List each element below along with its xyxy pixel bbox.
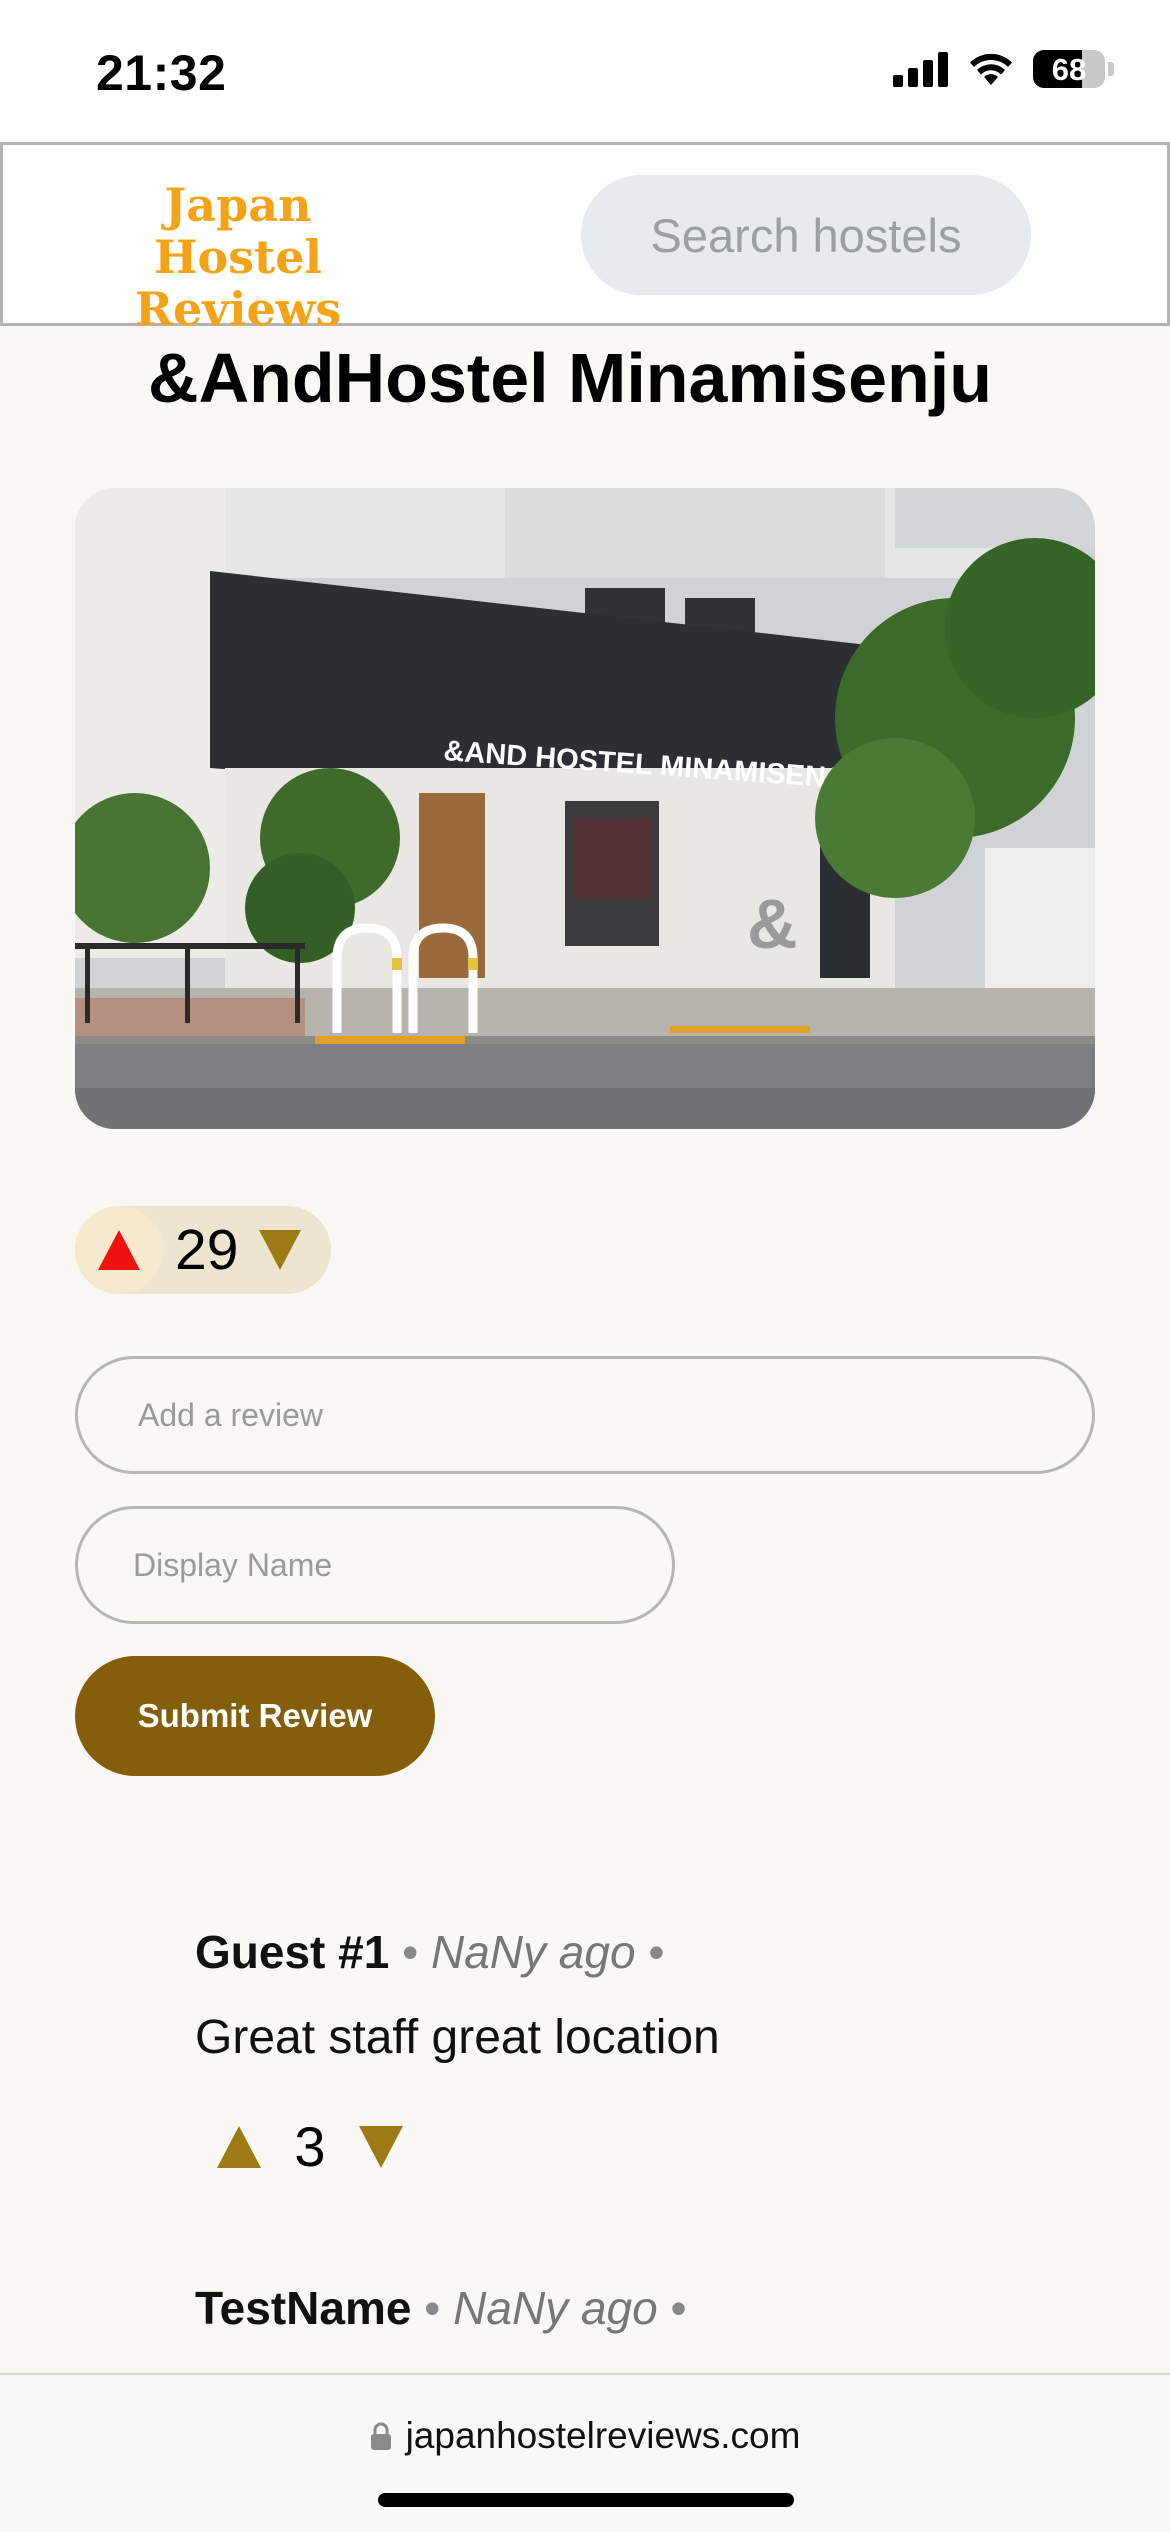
review-text: Great staff great location <box>195 2011 720 2064</box>
battery-percent: 68 <box>1051 52 1087 87</box>
status-bar: 21:32 68 <box>0 0 1170 142</box>
review-item: Guest #1 • NaNy ago • Great staff great … <box>195 1924 1095 2179</box>
home-indicator[interactable] <box>378 2493 794 2507</box>
review-meta: Guest #1 • NaNy ago • <box>195 1924 1095 1980</box>
site-header: Japan Hostel Reviews <box>0 142 1170 335</box>
url-text: japanhostelreviews.com <box>405 2415 801 2456</box>
separator-dot: • <box>424 2282 441 2334</box>
review-time: NaNy ago <box>430 1926 636 1978</box>
hostel-vote-count: 29 <box>175 1218 239 1282</box>
hostel-photo-image: &AND HOSTEL MINAMISENJU & <box>75 488 1095 1129</box>
hostel-photo: &AND HOSTEL MINAMISENJU & <box>75 488 1095 1129</box>
hostel-title: &AndHostel Minamisenju <box>148 339 992 417</box>
address-bar[interactable]: japanhostelreviews.com <box>0 2415 1170 2457</box>
browser-bottom-bar: japanhostelreviews.com <box>0 2373 1170 2532</box>
separator-dot: • <box>402 1926 419 1978</box>
hostel-vote-widget: 29 <box>75 1206 331 1294</box>
upvote-button[interactable] <box>75 1206 163 1294</box>
wifi-icon <box>970 53 1012 85</box>
review-author: TestName <box>195 2282 412 2334</box>
review-meta: TestName • NaNy ago • <box>195 2280 1095 2336</box>
review-vote-count: 3 <box>294 2115 326 2178</box>
logo-line-1: Japan <box>164 178 312 232</box>
downvote-button[interactable] <box>259 1230 301 1270</box>
logo-line-2: Hostel Reviews <box>134 230 342 336</box>
upvote-icon <box>98 1230 140 1270</box>
battery-icon: 68 <box>1033 50 1105 88</box>
review-vote-widget: 3 <box>217 2114 1095 2179</box>
status-icons: 68 <box>893 50 1114 88</box>
site-logo[interactable]: Japan Hostel Reviews <box>43 179 433 335</box>
review-time: NaNy ago <box>453 2282 658 2334</box>
separator-dot: • <box>670 2282 687 2334</box>
review-item: TestName • NaNy ago • <box>195 2280 1095 2336</box>
lock-icon <box>370 2422 391 2450</box>
separator-dot: • <box>648 1926 665 1978</box>
search-input[interactable] <box>581 175 1031 295</box>
review-upvote-button[interactable] <box>217 2125 261 2168</box>
building-ampersand: & <box>747 885 798 963</box>
cellular-signal-icon <box>893 52 948 87</box>
review-input[interactable] <box>75 1356 1095 1474</box>
status-time: 21:32 <box>96 45 227 101</box>
review-author: Guest #1 <box>195 1926 390 1978</box>
review-downvote-button[interactable] <box>359 2125 403 2168</box>
submit-review-button[interactable]: Submit Review <box>75 1656 435 1776</box>
battery-cap <box>1108 62 1114 76</box>
display-name-input[interactable] <box>75 1506 675 1624</box>
